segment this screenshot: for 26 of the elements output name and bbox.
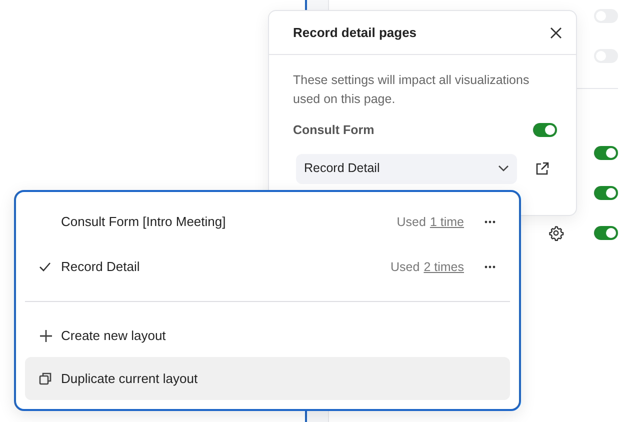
layout-select[interactable]: Record Detail [296, 154, 517, 184]
form-label: Consult Form [293, 122, 374, 139]
close-icon[interactable] [550, 26, 562, 38]
usage-label: Used [390, 258, 420, 276]
usage-link[interactable]: 1 time [430, 212, 464, 232]
chevron-down-icon [498, 165, 509, 172]
gear-icon[interactable] [548, 225, 564, 241]
menu-action[interactable]: Duplicate current layout [25, 357, 510, 400]
plus-icon [39, 328, 53, 342]
popover-title: Record detail pages [293, 24, 417, 42]
toggle-switch[interactable] [533, 123, 557, 138]
toggle-switch[interactable] [594, 186, 618, 200]
toggle-switch[interactable] [594, 226, 618, 240]
toggle-switch[interactable] [594, 146, 618, 160]
external-link-icon[interactable] [535, 162, 549, 176]
layout-item[interactable]: Record Detail Used 2 times [25, 247, 510, 287]
more-icon[interactable] [484, 220, 496, 224]
layout-name: Consult Form [Intro Meeting] [61, 213, 227, 232]
layout-name: Record Detail [61, 258, 141, 276]
usage-label: Used [396, 214, 426, 231]
usage-link[interactable]: 2 times [424, 258, 464, 276]
more-icon[interactable] [484, 265, 496, 269]
layout-item[interactable]: Consult Form [Intro Meeting] Used 1 time [25, 202, 510, 242]
checkmark-icon [39, 262, 51, 272]
popover-description: These settings will impact all visualizations used on this page. [292, 72, 530, 108]
copy-icon [39, 372, 52, 385]
